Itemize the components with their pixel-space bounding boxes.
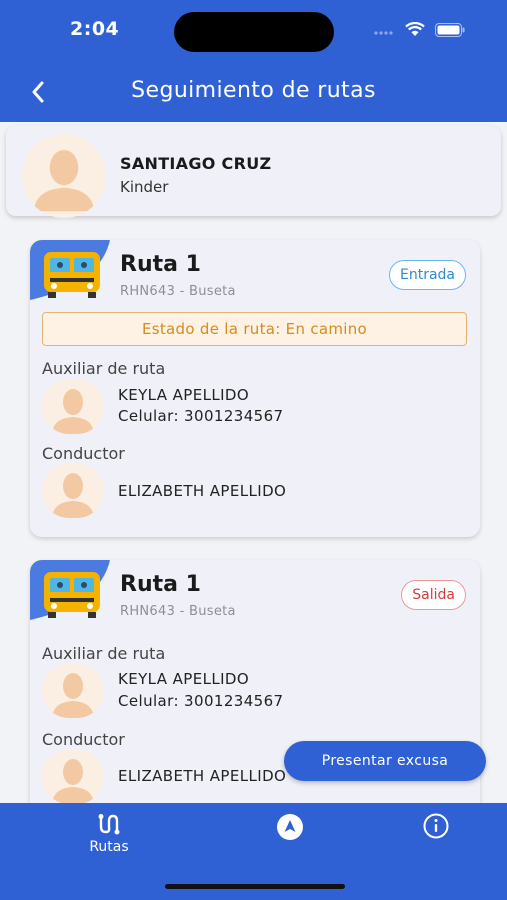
driver-name: ELIZABETH APELLIDO <box>118 767 287 785</box>
status-bar: 2:04 <box>0 0 507 64</box>
signal-icon <box>374 30 393 35</box>
dynamic-island <box>174 12 334 52</box>
tab-info[interactable] <box>421 813 451 839</box>
route-plate: RHN643 - Buseta <box>120 284 236 299</box>
status-icons <box>373 22 465 37</box>
driver-label: Conductor <box>42 730 125 749</box>
wifi-icon <box>405 22 425 36</box>
person-avatar-icon <box>42 464 104 518</box>
assistant-name: KEYLA APELLIDO <box>118 386 250 404</box>
tab-rutas[interactable]: Rutas <box>84 813 134 855</box>
content-area[interactable]: SANTIAGO CRUZ Kinder Ruta 1 RHN643 - Bus… <box>0 122 507 803</box>
route-name: Ruta 1 <box>120 572 201 597</box>
status-time: 2:04 <box>70 18 120 40</box>
assistant-name: KEYLA APELLIDO <box>118 670 250 688</box>
person-avatar-icon <box>42 380 104 434</box>
route-type-badge: Entrada <box>388 260 466 290</box>
route-name: Ruta 1 <box>120 252 201 277</box>
driver-name: ELIZABETH APELLIDO <box>118 482 287 500</box>
navigation-icon <box>277 814 303 840</box>
student-name: SANTIAGO CRUZ <box>120 154 272 173</box>
driver-avatar <box>42 464 104 518</box>
info-icon <box>423 813 449 839</box>
home-indicator <box>165 884 345 889</box>
tab-navigation[interactable] <box>275 813 305 841</box>
app-bar: Seguimiento de rutas <box>0 64 507 122</box>
student-card[interactable]: SANTIAGO CRUZ Kinder <box>6 126 501 218</box>
assistant-avatar <box>42 664 104 718</box>
battery-icon <box>435 22 465 37</box>
assistant-label: Auxiliar de ruta <box>42 359 166 378</box>
present-excuse-button[interactable]: Presentar excusa <box>284 741 486 781</box>
person-avatar-icon <box>42 750 104 803</box>
route-card[interactable]: Ruta 1 RHN643 - Buseta Entrada Estado de… <box>30 240 480 537</box>
assistant-phone[interactable]: Celular: 3001234567 <box>118 692 284 710</box>
student-avatar <box>22 134 106 218</box>
assistant-label: Auxiliar de ruta <box>42 644 166 663</box>
bus-icon <box>30 560 110 620</box>
tab-label: Rutas <box>89 839 129 855</box>
assistant-avatar <box>42 380 104 434</box>
page-title: Seguimiento de rutas <box>131 78 376 103</box>
person-avatar-icon <box>22 134 106 218</box>
person-avatar-icon <box>42 664 104 718</box>
student-grade: Kinder <box>120 178 169 196</box>
route-icon <box>98 814 120 835</box>
bus-icon <box>30 240 110 300</box>
driver-avatar <box>42 750 104 803</box>
assistant-phone[interactable]: Celular: 3001234567 <box>118 407 284 425</box>
driver-label: Conductor <box>42 444 125 463</box>
route-status-banner: Estado de la ruta: En camino <box>42 312 467 346</box>
route-type-badge: Salida <box>401 580 466 610</box>
route-plate: RHN643 - Buseta <box>120 604 236 619</box>
